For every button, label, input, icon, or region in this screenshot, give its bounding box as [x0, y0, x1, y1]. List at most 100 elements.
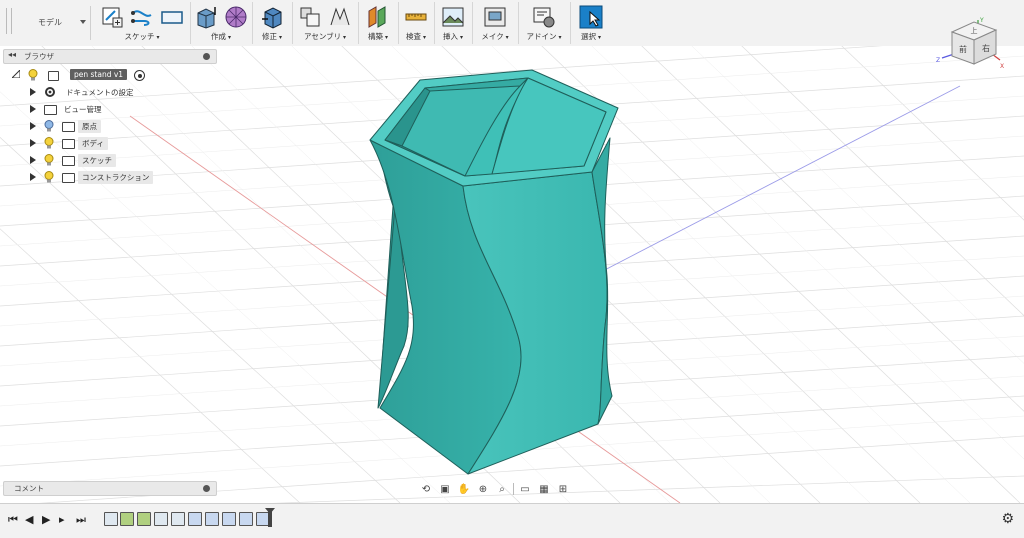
display-settings-icon[interactable]: ▭ [517, 482, 533, 496]
make-group[interactable]: メイク [472, 2, 519, 44]
document-name: pen stand v1 [70, 69, 128, 80]
create-sketch-icon[interactable] [100, 5, 124, 29]
visibility-bulb-icon[interactable] [44, 154, 54, 166]
expand-triangle-icon[interactable] [30, 88, 36, 96]
construct-group-label: 構築 [358, 31, 398, 42]
zoom-icon[interactable]: ⊕ [475, 482, 491, 496]
comments-title: コメント [14, 484, 44, 493]
go-to-start-icon[interactable]: ⏮ [8, 513, 18, 527]
rectangle-icon[interactable] [160, 5, 184, 29]
visibility-bulb-icon[interactable] [44, 120, 54, 132]
orbit-icon[interactable]: ⟲ [418, 482, 434, 496]
add-comment-icon[interactable] [203, 485, 210, 492]
expand-triangle-icon[interactable] [30, 139, 36, 147]
extrude-icon[interactable] [194, 5, 218, 29]
expand-triangle-icon[interactable] [30, 105, 36, 113]
timeline-fillet-feature[interactable] [222, 512, 236, 526]
x-axis-label: X [1000, 63, 1004, 70]
timeline-bar: ⏮ ◀ ▶ ▸ ⏭ ⚙ [0, 503, 1024, 538]
3d-print-icon[interactable] [483, 5, 507, 29]
timeline-shell-feature[interactable] [205, 512, 219, 526]
modify-group[interactable]: 修正 [252, 2, 293, 44]
expand-triangle-icon[interactable] [12, 70, 20, 78]
viewcube-front-label: 前 [959, 44, 967, 54]
timeline-loft-feature[interactable] [188, 512, 202, 526]
expand-triangle-icon[interactable] [30, 122, 36, 130]
form-icon[interactable] [224, 5, 248, 29]
browser-item-label: コンストラクション [78, 171, 154, 184]
fit-zoom-icon[interactable]: ⌕ [494, 482, 510, 496]
toolbar-grip[interactable] [6, 8, 12, 34]
grid-settings-icon[interactable]: ▦ [536, 482, 552, 496]
component-icon [48, 71, 59, 81]
make-group-label: メイク [472, 31, 518, 42]
measure-icon[interactable] [404, 5, 428, 29]
collapse-arrows-icon[interactable]: ◂◂ [8, 50, 16, 59]
timeline-marker[interactable] [268, 510, 272, 527]
look-at-icon[interactable]: ▣ [437, 482, 453, 496]
timeline-fillet-feature[interactable] [239, 512, 253, 526]
construct-group[interactable]: 構築 [358, 2, 399, 44]
offset-plane-icon[interactable] [366, 5, 390, 29]
new-component-icon[interactable] [298, 5, 322, 29]
visibility-bulb-icon[interactable] [44, 137, 54, 149]
browser-title: ブラウザ [24, 52, 54, 61]
select-group-label: 選択 [570, 31, 612, 42]
workspace-switcher[interactable]: モデル [14, 6, 91, 40]
viewcube-top-label: 上 [971, 26, 978, 35]
folder-icon [62, 122, 75, 132]
comments-panel-header[interactable]: コメント [3, 481, 217, 496]
browser-panel-header[interactable]: ◂◂ ブラウザ [3, 49, 217, 64]
pen-stand-model[interactable] [369, 69, 619, 475]
insert-image-icon[interactable] [441, 5, 465, 29]
viewcube-right-label: 右 [982, 43, 990, 53]
assemble-group-label: アセンブリ [292, 31, 358, 42]
scripts-addins-icon[interactable] [532, 5, 556, 29]
assemble-group[interactable]: アセンブリ [292, 2, 359, 44]
step-back-icon[interactable]: ◀ [25, 513, 33, 526]
browser-item-label: 原点 [78, 120, 101, 133]
view-cube[interactable]: 上 前 右 Y Z X [930, 14, 1006, 70]
y-axis-label: Y [979, 17, 984, 24]
create-group[interactable]: 作成 [190, 2, 253, 44]
visibility-bulb-icon[interactable] [28, 69, 38, 81]
step-forward-icon[interactable]: ▸ [59, 513, 65, 526]
timeline-plane-feature[interactable] [137, 512, 151, 526]
create-group-label: 作成 [190, 31, 252, 42]
toolbar: モデル スケッチ 作成 修正 アセンブリ [0, 0, 1024, 47]
timeline-sketch-feature[interactable] [154, 512, 168, 526]
timeline-sketch-feature[interactable] [171, 512, 185, 526]
expand-triangle-icon[interactable] [30, 156, 36, 164]
grid-and-model[interactable] [0, 46, 1024, 503]
timeline-plane-feature[interactable] [120, 512, 134, 526]
play-icon[interactable]: ▶ [42, 513, 50, 526]
addins-group-label: アドイン [518, 31, 570, 42]
go-to-end-icon[interactable]: ⏭ [76, 513, 86, 527]
panel-options-icon[interactable] [203, 53, 210, 60]
timeline-sketch-feature[interactable] [104, 512, 118, 526]
inspect-group[interactable]: 検査 [398, 2, 435, 44]
addins-group[interactable]: アドイン [518, 2, 571, 44]
press-pull-icon[interactable] [260, 5, 284, 29]
folder-icon [62, 139, 75, 149]
browser-item-label: ドキュメントの設定 [66, 88, 134, 97]
folder-icon [44, 105, 57, 115]
joint-icon[interactable] [328, 5, 352, 29]
z-axis-label: Z [936, 57, 940, 64]
activate-radio-icon[interactable] [134, 70, 145, 81]
sketch-group[interactable]: スケッチ [94, 2, 191, 44]
browser-item-label: ボディ [78, 137, 108, 150]
canvas-viewport[interactable] [0, 46, 1024, 503]
navigation-bar: ⟲ ▣ ✋ ⊕ ⌕ ▭ ▦ ⊞ [418, 480, 600, 498]
pan-icon[interactable]: ✋ [456, 482, 472, 496]
toolbar-separator [513, 483, 514, 495]
insert-group[interactable]: 挿入 [434, 2, 473, 44]
visibility-bulb-icon[interactable] [44, 171, 54, 183]
spline-icon[interactable] [130, 5, 154, 29]
expand-triangle-icon[interactable] [30, 173, 36, 181]
timeline-settings-gear-icon[interactable]: ⚙ [1001, 511, 1014, 527]
chevron-down-icon [80, 20, 86, 24]
select-icon[interactable] [579, 5, 603, 29]
viewports-icon[interactable]: ⊞ [555, 482, 571, 496]
select-group[interactable]: 選択 [570, 2, 612, 44]
